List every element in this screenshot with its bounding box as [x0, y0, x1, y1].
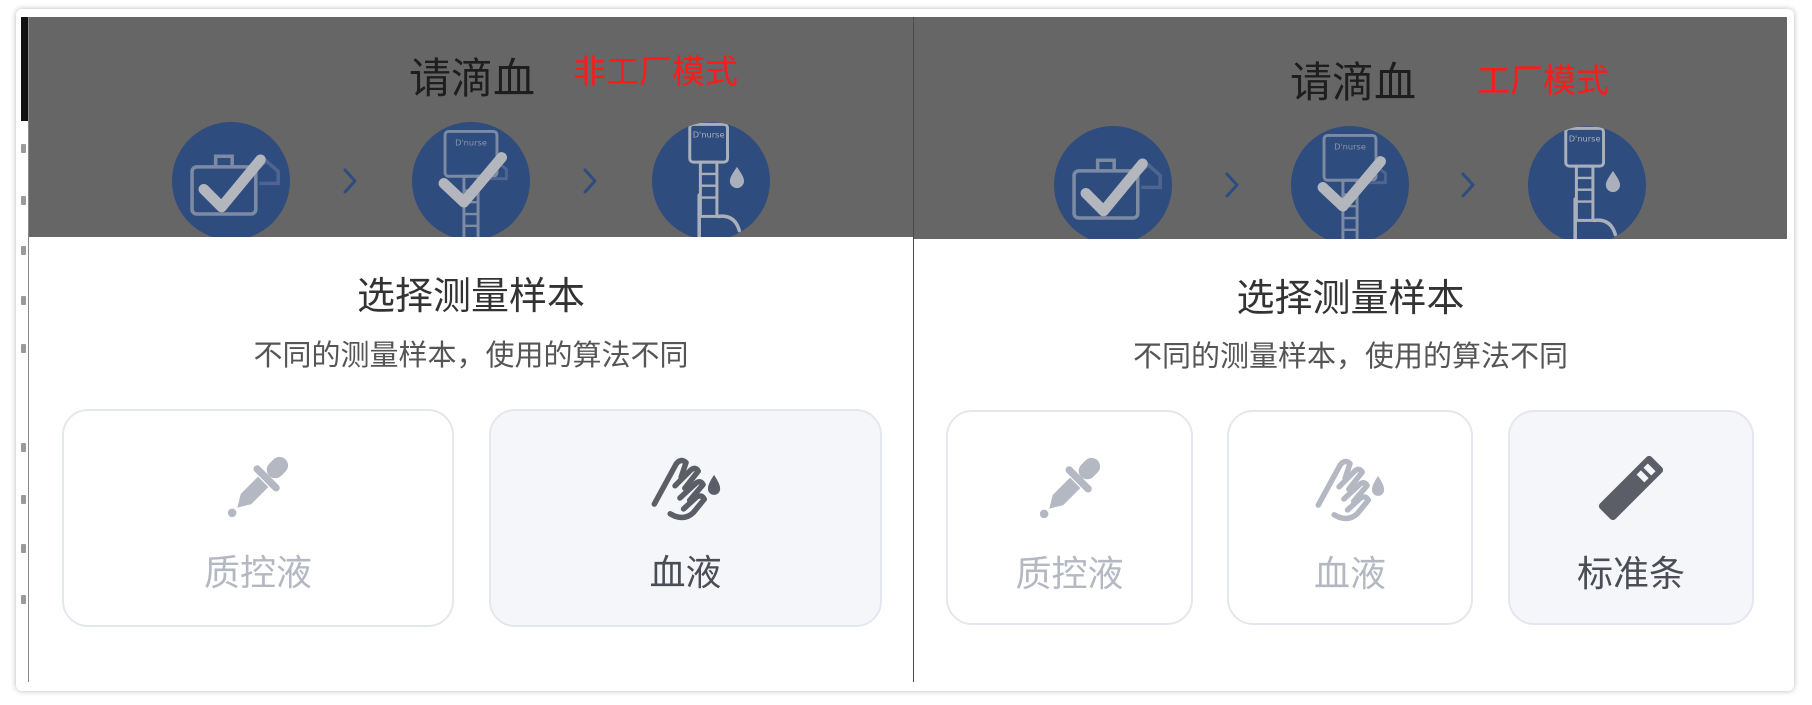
blood-hand-icon — [647, 448, 725, 526]
kit-check-icon — [1072, 158, 1162, 220]
chevron-right-icon — [583, 168, 597, 194]
sheet-subtitle: 不同的测量样本，使用的算法不同 — [253, 338, 689, 372]
step-device-check: D'nurse — [412, 122, 530, 237]
edge-artifact — [21, 544, 26, 553]
step-device-check: D'nurse — [1291, 126, 1409, 239]
option-label: 血液 — [1313, 554, 1386, 595]
option-label: 标准条 — [1576, 554, 1685, 595]
edge-artifact — [21, 296, 26, 305]
dimmed-header: 请滴血 工厂模式 D'nurse D'nurse — [914, 17, 1787, 239]
blood-hand-icon — [1311, 449, 1389, 527]
svg-text:D'nurse: D'nurse — [693, 129, 725, 139]
page-title: 请滴血 — [1290, 58, 1417, 107]
option-label: 质控液 — [1015, 554, 1124, 595]
sample-option-quality-control[interactable]: 质控液 — [946, 410, 1193, 625]
edge-artifact — [21, 495, 26, 504]
panel-factory-mode: 请滴血 工厂模式 D'nurse D'nurse 选择测量样本 不同的测量样本，… — [914, 17, 1787, 682]
step-finger-blood: D'nurse — [652, 122, 770, 237]
edge-artifact — [21, 144, 26, 153]
sheet-title: 选择测量样本 — [1236, 276, 1465, 320]
svg-text:D'nurse: D'nurse — [1569, 133, 1601, 143]
page-title: 请滴血 — [409, 54, 536, 103]
chevron-right-icon — [343, 168, 357, 194]
device-check-icon: D'nurse — [438, 129, 508, 237]
step-kit-check — [1054, 126, 1172, 239]
device-check-icon: D'nurse — [1317, 133, 1387, 239]
sample-option-blood[interactable]: 血液 — [1227, 410, 1473, 625]
sample-option-test-strip[interactable]: 标准条 — [1508, 410, 1754, 625]
finger-blood-icon: D'nurse — [1564, 126, 1621, 239]
svg-text:D'nurse: D'nurse — [455, 138, 487, 148]
mode-label: 工厂模式 — [1477, 61, 1609, 100]
edge-artifact — [21, 443, 26, 452]
edge-artifact — [21, 344, 26, 353]
sample-option-quality-control[interactable]: 质控液 — [62, 409, 454, 627]
dropper-icon — [1031, 449, 1109, 527]
dimmed-header: 请滴血 非工厂模式 D'nurse D'nurse — [29, 17, 913, 237]
mode-label: 非工厂模式 — [573, 52, 738, 91]
kit-check-icon — [190, 154, 280, 216]
edge-strip — [21, 17, 28, 121]
dropper-icon — [219, 448, 297, 526]
edge-artifact — [21, 595, 26, 604]
chevron-right-icon — [1225, 172, 1239, 198]
finger-blood-icon: D'nurse — [688, 122, 745, 237]
sample-option-blood[interactable]: 血液 — [489, 409, 882, 627]
sheet-title: 选择测量样本 — [356, 274, 585, 318]
option-label: 血液 — [649, 553, 722, 594]
test-strip-icon — [1592, 449, 1670, 527]
svg-text:D'nurse: D'nurse — [1334, 142, 1366, 152]
step-finger-blood: D'nurse — [1528, 126, 1646, 239]
step-kit-check — [172, 122, 290, 237]
option-label: 质控液 — [203, 553, 312, 594]
sheet-subtitle: 不同的测量样本，使用的算法不同 — [1132, 339, 1568, 373]
edge-artifact — [21, 196, 26, 205]
edge-artifact — [21, 246, 26, 255]
chevron-right-icon — [1461, 172, 1475, 198]
panel-non-factory-mode: 请滴血 非工厂模式 D'nurse D'nurse 选择测量样本 不同的测量样本… — [28, 17, 913, 682]
